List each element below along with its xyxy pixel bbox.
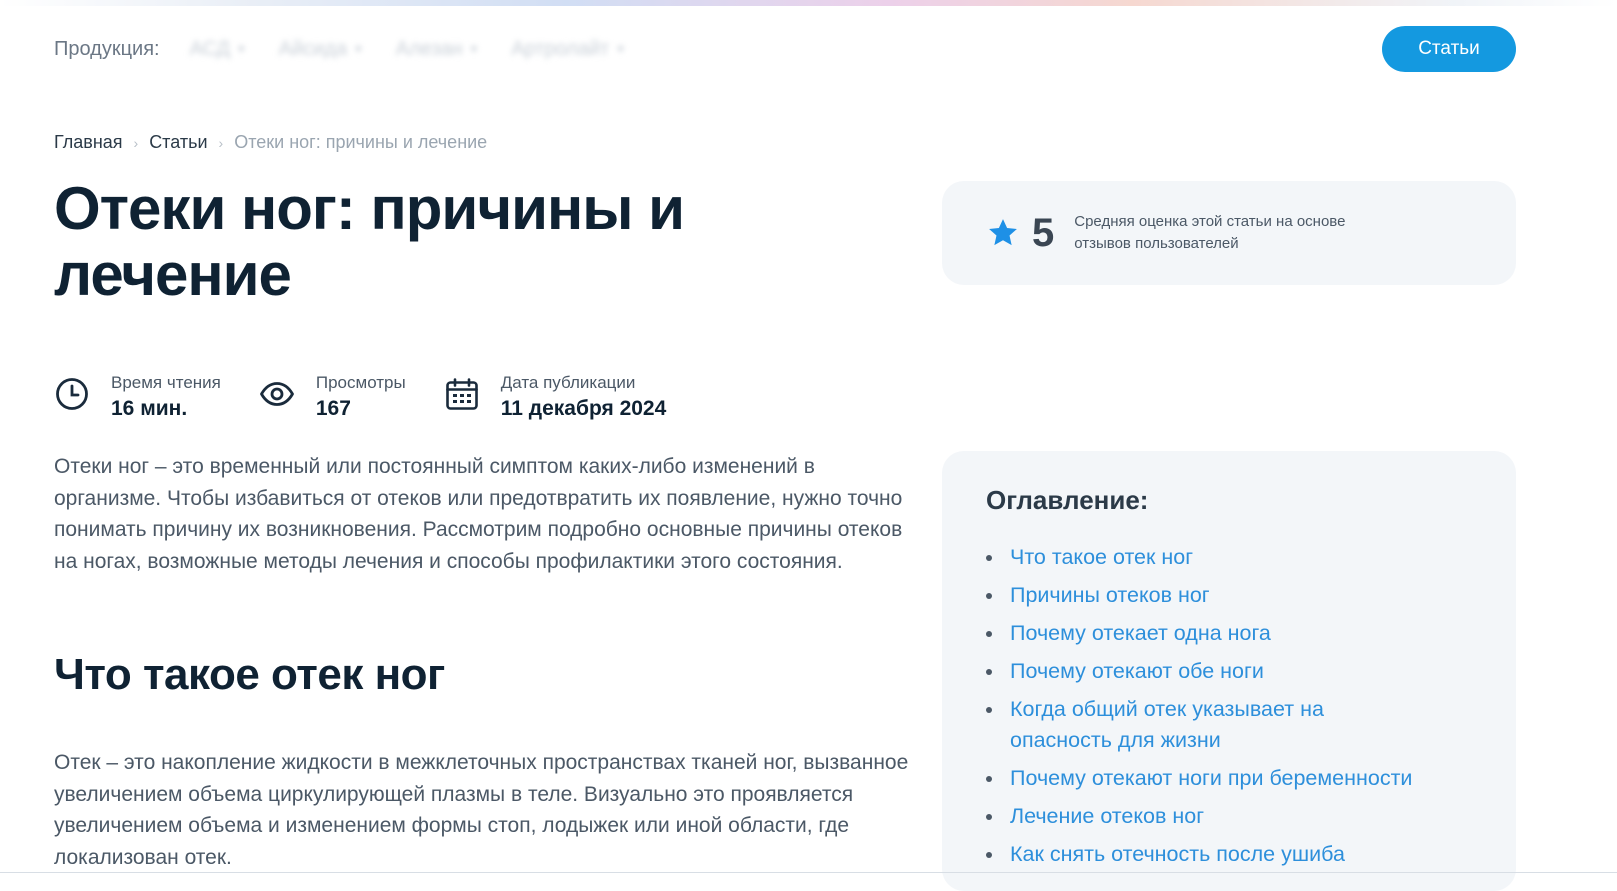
publication-date: Дата публикации 11 декабря 2024 [444, 372, 667, 424]
toc-link[interactable]: Как снять отечность после ушиба [1010, 839, 1470, 870]
rating-description: Средняя оценка этой статьи на основе отз… [1074, 213, 1346, 252]
list-item: Почему отекает одна нога [986, 618, 1472, 649]
rating-value: 5 [1032, 210, 1055, 255]
list-item: Когда общий отек указывает на опасность … [986, 694, 1472, 756]
nav-item-asd[interactable]: АСД ▾ [190, 38, 245, 61]
reading-time: Время чтения 16 мин. [54, 372, 221, 424]
toc-title: Оглавление: [986, 485, 1149, 515]
site-header: Продукция: АСД ▾ Айсида ▾ Алезан ▾ Артро… [54, 24, 1516, 74]
table-of-contents: Оглавление: Что такое отек ног Причины о… [942, 451, 1516, 891]
toc-link[interactable]: Когда общий отек указывает на опасность … [1010, 694, 1370, 756]
bottom-divider [0, 872, 1617, 873]
list-item: Как снять отечность после ушиба [986, 839, 1472, 870]
publication-date-label: Дата публикации [500, 373, 636, 392]
toc-link[interactable]: Почему отекает одна нога [1010, 618, 1470, 649]
bullet-icon [986, 555, 992, 561]
toc-link[interactable]: Причины отеков ног [1010, 580, 1470, 611]
breadcrumb-home[interactable]: Главная [54, 132, 123, 153]
list-item: Почему отекают обе ноги [986, 656, 1472, 687]
bullet-icon [986, 776, 992, 782]
chevron-down-icon: ▾ [470, 41, 478, 56]
reading-time-label: Время чтения [111, 373, 221, 392]
list-item: Лечение отеков ног [986, 801, 1472, 832]
breadcrumb-separator-icon: › [133, 134, 139, 151]
bullet-icon [986, 593, 992, 599]
list-item: Почему отекают ноги при беременности [986, 763, 1472, 794]
section-paragraph: Отек – это накопление жидкости в межклет… [54, 751, 909, 869]
chevron-down-icon: ▾ [617, 41, 624, 56]
nav-item-label: Айсида [278, 37, 348, 60]
rating-card: 5 Средняя оценка этой статьи на основе о… [942, 181, 1516, 285]
breadcrumb-current: Отеки ног: причины и лечение [234, 132, 488, 152]
list-item: Причины отеков ног [986, 580, 1472, 611]
page-title: Отеки ног: причины и лечение [54, 175, 685, 308]
toc-list: Что такое отек ног Причины отеков ног По… [986, 542, 1472, 870]
nav-item-aisida[interactable]: Айсида ▾ [279, 38, 362, 61]
eye-icon [259, 382, 294, 406]
clock-icon [56, 378, 88, 410]
products-label: Продукция: [54, 37, 160, 60]
top-gradient-line [0, 0, 1617, 6]
views: Просмотры 167 [259, 372, 406, 424]
bullet-icon [986, 814, 992, 820]
breadcrumb-articles[interactable]: Статьи [149, 132, 207, 153]
chevron-down-icon: ▾ [355, 41, 362, 56]
reading-time-value: 16 мин. [111, 397, 188, 420]
toc-link[interactable]: Почему отекают обе ноги [1010, 656, 1470, 687]
section-heading: Что такое отек ног [54, 650, 445, 699]
toc-link[interactable]: Что такое отек ног [1010, 542, 1470, 573]
toc-link[interactable]: Почему отекают ноги при беременности [1010, 763, 1470, 794]
bullet-icon [986, 707, 992, 713]
bullet-icon [986, 631, 992, 637]
articles-button[interactable]: Статьи [1382, 26, 1516, 72]
nav-item-alezan[interactable]: Алезан ▾ [396, 38, 478, 61]
nav-item-artrolait[interactable]: Артролайт ▾ [511, 38, 624, 61]
nav-item-label: Артролайт [511, 37, 610, 60]
views-label: Просмотры [315, 373, 406, 392]
nav-item-label: Алезан [395, 37, 463, 60]
publication-date-value: 11 декабря 2024 [500, 397, 667, 420]
breadcrumb: Главная › Статьи › Отеки ног: причины и … [54, 132, 487, 153]
toc-link[interactable]: Лечение отеков ног [1010, 801, 1470, 832]
nav-item-label: АСД [189, 37, 231, 60]
star-icon [989, 219, 1017, 246]
breadcrumb-separator-icon: › [218, 134, 224, 151]
bullet-icon [986, 669, 992, 675]
chevron-down-icon: ▾ [238, 41, 245, 56]
views-value: 167 [315, 397, 351, 420]
bullet-icon [986, 852, 992, 858]
calendar-icon [445, 378, 478, 410]
article-meta: Время чтения 16 мин. Просмотры 167 Дата … [54, 372, 704, 424]
list-item: Что такое отек ног [986, 542, 1472, 573]
intro-paragraph: Отеки ног – это временный или постоянный… [54, 455, 903, 573]
